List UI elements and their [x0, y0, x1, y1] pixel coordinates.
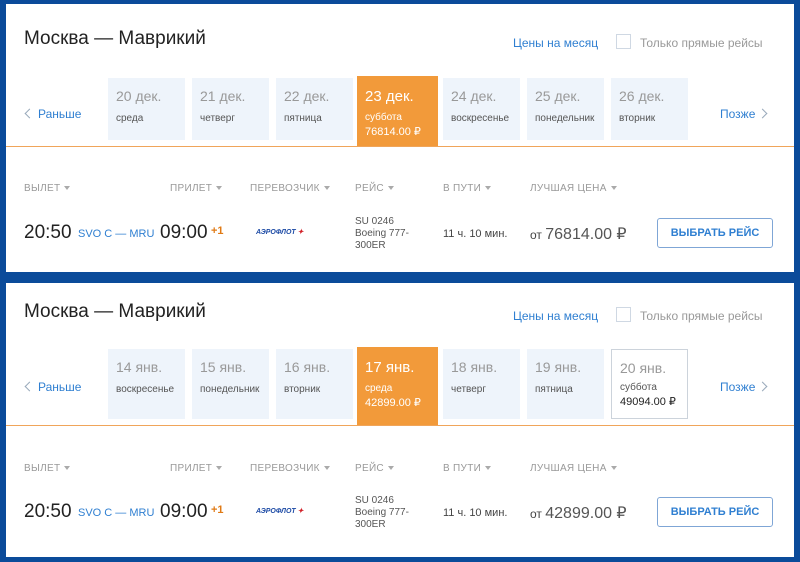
- arrival-time: 09:00: [160, 501, 208, 522]
- aeroflot-logo-icon: АЭРОФЛОТ ✦: [256, 229, 304, 236]
- column-header-departure[interactable]: ВЫЛЕТ: [24, 463, 71, 474]
- date-cell[interactable]: 26 дек. вторник: [611, 78, 688, 140]
- direct-flights-checkbox[interactable]: [616, 307, 631, 322]
- airports[interactable]: SVO C — MRU: [78, 228, 154, 240]
- day-offset: +1: [211, 225, 224, 237]
- earlier-dates-link[interactable]: Раньше: [24, 107, 81, 121]
- date-cell[interactable]: 16 янв. вторник: [276, 349, 353, 419]
- date-cell[interactable]: 15 янв. понедельник: [192, 349, 269, 419]
- sort-caret-icon: [216, 186, 223, 191]
- column-header-duration[interactable]: В ПУТИ: [443, 463, 492, 474]
- direct-flights-label[interactable]: Только прямые рейсы: [640, 36, 763, 50]
- month-prices-link[interactable]: Цены на месяц: [513, 309, 598, 323]
- flight-info: SU 0246 Boeing 777- 300ER: [355, 216, 409, 252]
- aircraft: 300ER: [355, 519, 386, 530]
- duration: 11 ч. 10 мин.: [443, 507, 508, 519]
- column-header-flight[interactable]: РЕЙС: [355, 183, 394, 194]
- date-cell[interactable]: 14 янв. воскресенье: [108, 349, 185, 419]
- date-cell[interactable]: 21 дек. четверг: [192, 78, 269, 140]
- later-dates-link[interactable]: Позже: [720, 107, 768, 121]
- divider: [6, 146, 794, 147]
- divider: [6, 425, 794, 426]
- date-cell-selected[interactable]: 17 янв. среда 42899.00 ₽: [357, 347, 438, 425]
- best-price: от 76814.00 ₽: [530, 226, 627, 243]
- arrival-time: 09:00: [160, 222, 208, 243]
- sort-caret-icon: [216, 466, 223, 471]
- date-cell-with-price[interactable]: 20 янв. суббота 49094.00 ₽: [611, 349, 688, 419]
- aeroflot-logo-icon: АЭРОФЛОТ ✦: [256, 508, 304, 515]
- departure-time: 20:50: [24, 222, 72, 243]
- date-cell[interactable]: 20 дек. среда: [108, 78, 185, 140]
- flight-result-card-2: Москва — Маврикий Цены на месяц Только п…: [6, 283, 794, 557]
- chevron-left-icon: [24, 381, 35, 392]
- chevron-right-icon: [757, 108, 768, 119]
- column-header-carrier[interactable]: ПЕРЕВОЗЧИК: [250, 463, 330, 474]
- chevron-left-icon: [24, 108, 35, 119]
- aircraft: Boeing 777-: [355, 507, 409, 518]
- column-header-arrival[interactable]: ПРИЛЕТ: [170, 463, 223, 474]
- airports[interactable]: SVO C — MRU: [78, 507, 154, 519]
- sort-caret-icon: [610, 466, 617, 471]
- sort-caret-icon: [610, 186, 617, 191]
- sort-caret-icon: [323, 466, 330, 471]
- sort-caret-icon: [64, 186, 71, 191]
- column-header-best-price[interactable]: ЛУЧШАЯ ЦЕНА: [530, 183, 617, 194]
- sort-caret-icon: [64, 466, 71, 471]
- sort-caret-icon: [485, 466, 492, 471]
- date-cell[interactable]: 19 янв. пятница: [527, 349, 604, 419]
- column-header-duration[interactable]: В ПУТИ: [443, 183, 492, 194]
- column-header-flight[interactable]: РЕЙС: [355, 463, 394, 474]
- sort-caret-icon: [387, 186, 394, 191]
- duration: 11 ч. 10 мин.: [443, 228, 508, 240]
- route-title: Москва — Маврикий: [24, 28, 206, 49]
- flight-number: SU 0246: [355, 216, 394, 227]
- aircraft: Boeing 777-: [355, 228, 409, 239]
- later-dates-link[interactable]: Позже: [720, 380, 768, 394]
- choose-flight-button[interactable]: ВЫБРАТЬ РЕЙС: [657, 218, 773, 248]
- sort-caret-icon: [387, 466, 394, 471]
- earlier-dates-link[interactable]: Раньше: [24, 380, 81, 394]
- sort-caret-icon: [485, 186, 492, 191]
- flight-number: SU 0246: [355, 495, 394, 506]
- direct-flights-label[interactable]: Только прямые рейсы: [640, 309, 763, 323]
- date-cell[interactable]: 22 дек. пятница: [276, 78, 353, 140]
- sort-caret-icon: [323, 186, 330, 191]
- flight-info: SU 0246 Boeing 777- 300ER: [355, 495, 409, 531]
- date-cell[interactable]: 25 дек. понедельник: [527, 78, 604, 140]
- best-price: от 42899.00 ₽: [530, 505, 627, 522]
- route-title: Москва — Маврикий: [24, 301, 206, 322]
- choose-flight-button[interactable]: ВЫБРАТЬ РЕЙС: [657, 497, 773, 527]
- chevron-right-icon: [757, 381, 768, 392]
- date-cell-selected[interactable]: 23 дек. суббота 76814.00 ₽: [357, 76, 438, 146]
- column-header-best-price[interactable]: ЛУЧШАЯ ЦЕНА: [530, 463, 617, 474]
- day-offset: +1: [211, 504, 224, 516]
- direct-flights-checkbox[interactable]: [616, 34, 631, 49]
- column-header-arrival[interactable]: ПРИЛЕТ: [170, 183, 223, 194]
- date-cell[interactable]: 24 дек. воскресенье: [443, 78, 520, 140]
- departure-time: 20:50: [24, 501, 72, 522]
- column-header-carrier[interactable]: ПЕРЕВОЗЧИК: [250, 183, 330, 194]
- month-prices-link[interactable]: Цены на месяц: [513, 36, 598, 50]
- column-header-departure[interactable]: ВЫЛЕТ: [24, 183, 71, 194]
- date-cell[interactable]: 18 янв. четверг: [443, 349, 520, 419]
- flight-result-card-1: Москва — Маврикий Цены на месяц Только п…: [6, 4, 794, 272]
- aircraft: 300ER: [355, 240, 386, 251]
